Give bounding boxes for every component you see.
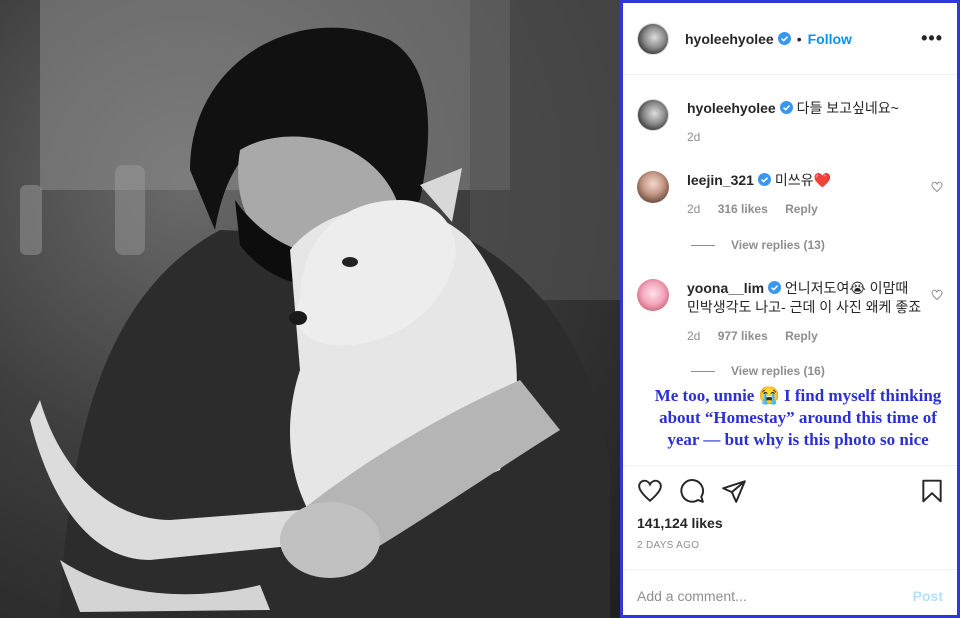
like-icon[interactable] [637, 478, 663, 504]
post-date[interactable]: 2 DAYS AGO [637, 540, 699, 551]
comment-username[interactable]: yoona__lim [687, 280, 764, 296]
comment-username[interactable]: leejin_321 [687, 172, 754, 188]
view-replies-label: View replies (13) [731, 238, 825, 252]
commenter-avatar[interactable] [637, 171, 669, 203]
reply-button[interactable]: Reply [785, 329, 818, 343]
verified-icon [768, 281, 782, 294]
translation-overlay: Me too, unnie 😭 I find myself thinking a… [654, 386, 942, 449]
header-separator: • [796, 30, 802, 47]
comment-likes[interactable]: 977 likes [718, 329, 768, 343]
follow-button[interactable]: Follow [808, 31, 852, 47]
view-replies-button[interactable]: View replies (13) [691, 238, 825, 252]
view-replies-label: View replies (16) [731, 364, 825, 378]
caption-username[interactable]: hyoleehyolee [687, 100, 776, 116]
commenter-avatar[interactable] [637, 279, 669, 311]
comment-text: 미쓰유❤️ [774, 172, 831, 188]
save-icon[interactable] [919, 478, 945, 504]
like-comment-icon[interactable] [931, 181, 943, 193]
more-options-icon[interactable]: ••• [921, 28, 943, 49]
comment-input[interactable] [637, 587, 913, 604]
comment-time[interactable]: 2d [687, 202, 700, 216]
caption-avatar[interactable] [637, 99, 669, 131]
post-button[interactable]: Post [913, 588, 943, 604]
verified-icon [757, 173, 771, 186]
post-side-panel: hyoleehyolee • Follow ••• hyoleehyolee 다… [620, 0, 960, 618]
like-comment-icon[interactable] [931, 289, 943, 301]
replies-divider [691, 370, 715, 372]
view-replies-button[interactable]: View replies (16) [691, 364, 825, 378]
verified-icon [779, 101, 793, 114]
replies-divider [691, 244, 715, 246]
post-photo[interactable] [0, 0, 620, 618]
comment-item: yoona__lim 언니저도여😭 이맘때 민박생각도 나고- 근데 이 사진 … [637, 279, 945, 346]
comment-icon[interactable] [679, 478, 705, 504]
add-comment-bar: Post [623, 569, 957, 615]
photo-illustration [20, 0, 620, 618]
caption-time[interactable]: 2d [687, 130, 700, 144]
share-icon[interactable] [721, 478, 747, 504]
owner-avatar[interactable] [637, 22, 669, 55]
comment-item: leejin_321 미쓰유❤️ 2d 316 likes Reply [637, 171, 945, 219]
post-header: hyoleehyolee • Follow ••• [623, 3, 957, 75]
likes-count[interactable]: 141,124 likes [637, 515, 723, 531]
post-actions: 141,124 likes 2 DAYS AGO [623, 465, 957, 569]
comment-time[interactable]: 2d [687, 329, 700, 343]
caption-text: 다들 보고싶네요~ [796, 100, 899, 116]
comment-likes[interactable]: 316 likes [718, 202, 768, 216]
verified-icon [777, 32, 791, 45]
header-username[interactable]: hyoleehyolee [685, 31, 774, 47]
reply-button[interactable]: Reply [785, 202, 818, 216]
caption: hyoleehyolee 다들 보고싶네요~ 2d [637, 99, 945, 147]
